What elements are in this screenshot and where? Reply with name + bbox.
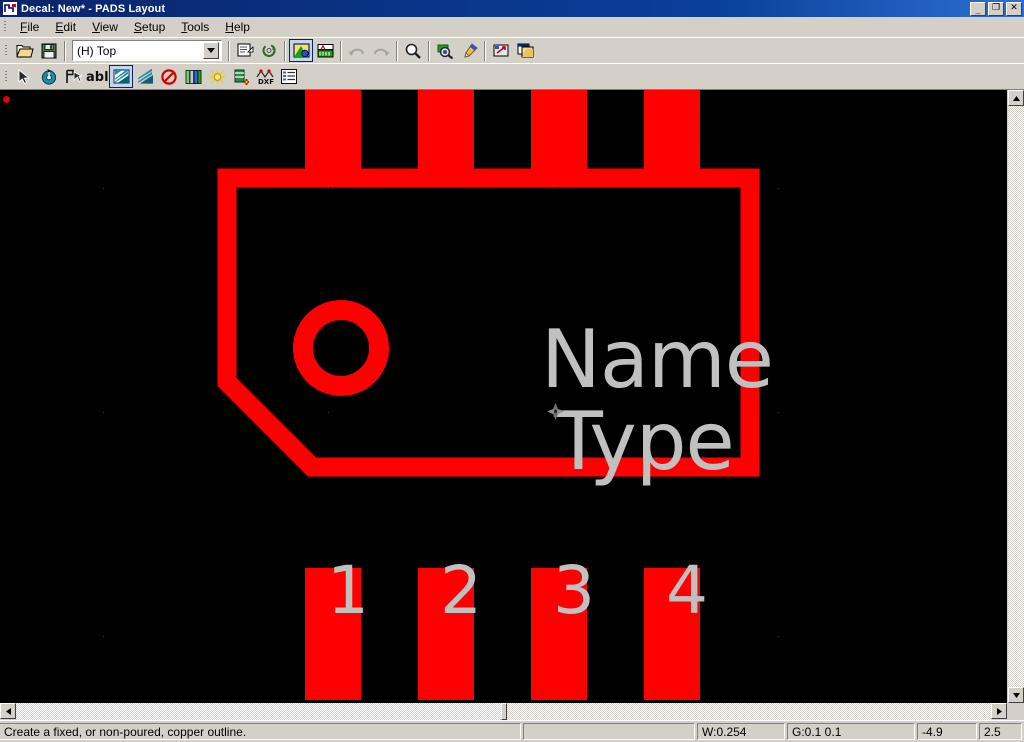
add-pad-icon[interactable] [37,65,61,88]
toolbar-separator [396,40,398,61]
horizontal-scroll-track-left[interactable] [16,703,501,720]
query-icon[interactable] [489,39,513,62]
layers-setup-icon[interactable] [313,39,337,62]
save-file-icon[interactable] [37,39,61,62]
redo-icon[interactable] [369,39,393,62]
toolbar-separator [484,40,486,61]
scroll-up-button[interactable] [1008,90,1024,106]
scroll-down-button[interactable] [1008,687,1024,703]
title-bar: Decal: New* - PADS Layout _ ❐ ✕ [0,0,1024,17]
restore-button[interactable]: ❐ [988,1,1004,16]
copper-outline-icon[interactable] [109,65,133,88]
window-controls: _ ❐ ✕ [970,1,1022,16]
refresh-icon[interactable] [257,39,281,62]
pin-label-3: 3 [553,552,595,629]
list-icon[interactable] [277,65,301,88]
drafting-toolbar: abl DXF [0,63,1024,89]
horizontal-scroll-track-right[interactable] [506,703,991,720]
window-title: Decal: New* - PADS Layout [21,2,166,15]
pin-label-2: 2 [440,552,482,629]
crosshair-cursor [547,403,564,420]
properties-icon[interactable] [233,39,257,62]
menu-tools[interactable]: Tools [173,18,217,36]
vertical-scroll-track[interactable] [1008,106,1024,687]
menu-file[interactable]: FileFile [12,18,47,36]
status-progress [523,723,695,740]
design-workspace: 8 7 6 5 Name Type 1 2 [0,89,1024,703]
toolbar-separator [64,40,66,61]
toolbar-separator [228,40,230,61]
pin-label-4: 4 [666,552,708,629]
status-width: W:0.254 [697,723,785,740]
status-message: Create a fixed, or non-poured, copper ou… [0,723,521,740]
thermal-icon[interactable] [229,65,253,88]
text-abl-icon[interactable]: abl [85,65,109,88]
window-icon[interactable] [513,39,537,62]
open-file-icon[interactable] [13,39,37,62]
pads-decal-icon [3,2,17,15]
zoom-area-icon[interactable] [433,39,457,62]
status-bar: Create a fixed, or non-poured, copper ou… [0,720,1024,742]
close-button[interactable]: ✕ [1006,1,1022,16]
pcb-canvas[interactable]: 8 7 6 5 Name Type 1 2 [0,90,1007,703]
menu-view[interactable]: View [84,18,126,36]
canvas-viewport[interactable]: 8 7 6 5 Name Type 1 2 [0,90,1007,703]
scroll-left-button[interactable] [0,703,16,719]
pin-icon[interactable] [61,65,85,88]
pads-layout-window: Decal: New* - PADS Layout _ ❐ ✕ FileFile… [0,0,1024,742]
zoom-icon[interactable] [401,39,425,62]
horizontal-scrollbar[interactable] [0,703,1024,720]
toolbar-separator [428,40,430,61]
vertical-scrollbar[interactable] [1007,90,1024,703]
menu-setup[interactable]: Setup [126,18,173,36]
svg-text:DXF: DXF [258,78,274,85]
toolbar-separator [340,40,342,61]
standard-toolbar: (H) Top [0,37,1024,63]
status-x-coordinate: -4.9 [917,723,977,740]
menu-bar: FileFile Edit View Setup Tools Help [0,17,1024,37]
dxf-icon[interactable]: DXF [253,65,277,88]
chevron-down-icon[interactable] [203,42,219,59]
colors-icon[interactable] [289,39,313,62]
layers-stack-icon[interactable] [181,65,205,88]
highlight-icon[interactable] [457,39,481,62]
undo-icon[interactable] [345,39,369,62]
component-outline[interactable] [0,90,1007,697]
select-arrow-icon[interactable] [13,65,37,88]
layer-select-value: (H) Top [77,43,117,58]
toolbar-separator [284,40,286,61]
minimize-button[interactable]: _ [970,1,986,16]
scroll-right-button[interactable] [991,703,1007,719]
ref-name-text: Name [541,313,774,406]
svg-text:abl: abl [86,70,108,84]
copper-pour-icon[interactable] [133,65,157,88]
status-grid: G:0.1 0.1 [787,723,915,740]
menu-help[interactable]: Help [217,18,258,36]
status-y-coordinate: 2.5 [979,723,1022,740]
keepout-icon[interactable] [157,65,181,88]
layer-select[interactable]: (H) Top [72,40,222,61]
pin-label-1: 1 [327,552,369,629]
standard-toolbar-gripper[interactable] [3,42,11,59]
flood-icon[interactable] [205,65,229,88]
ref-type-text: Type [554,395,735,488]
menu-edit[interactable]: Edit [47,18,84,36]
drafting-toolbar-gripper[interactable] [3,68,11,85]
menubar-gripper[interactable] [2,19,10,35]
scrollbar-corner [1007,703,1024,720]
